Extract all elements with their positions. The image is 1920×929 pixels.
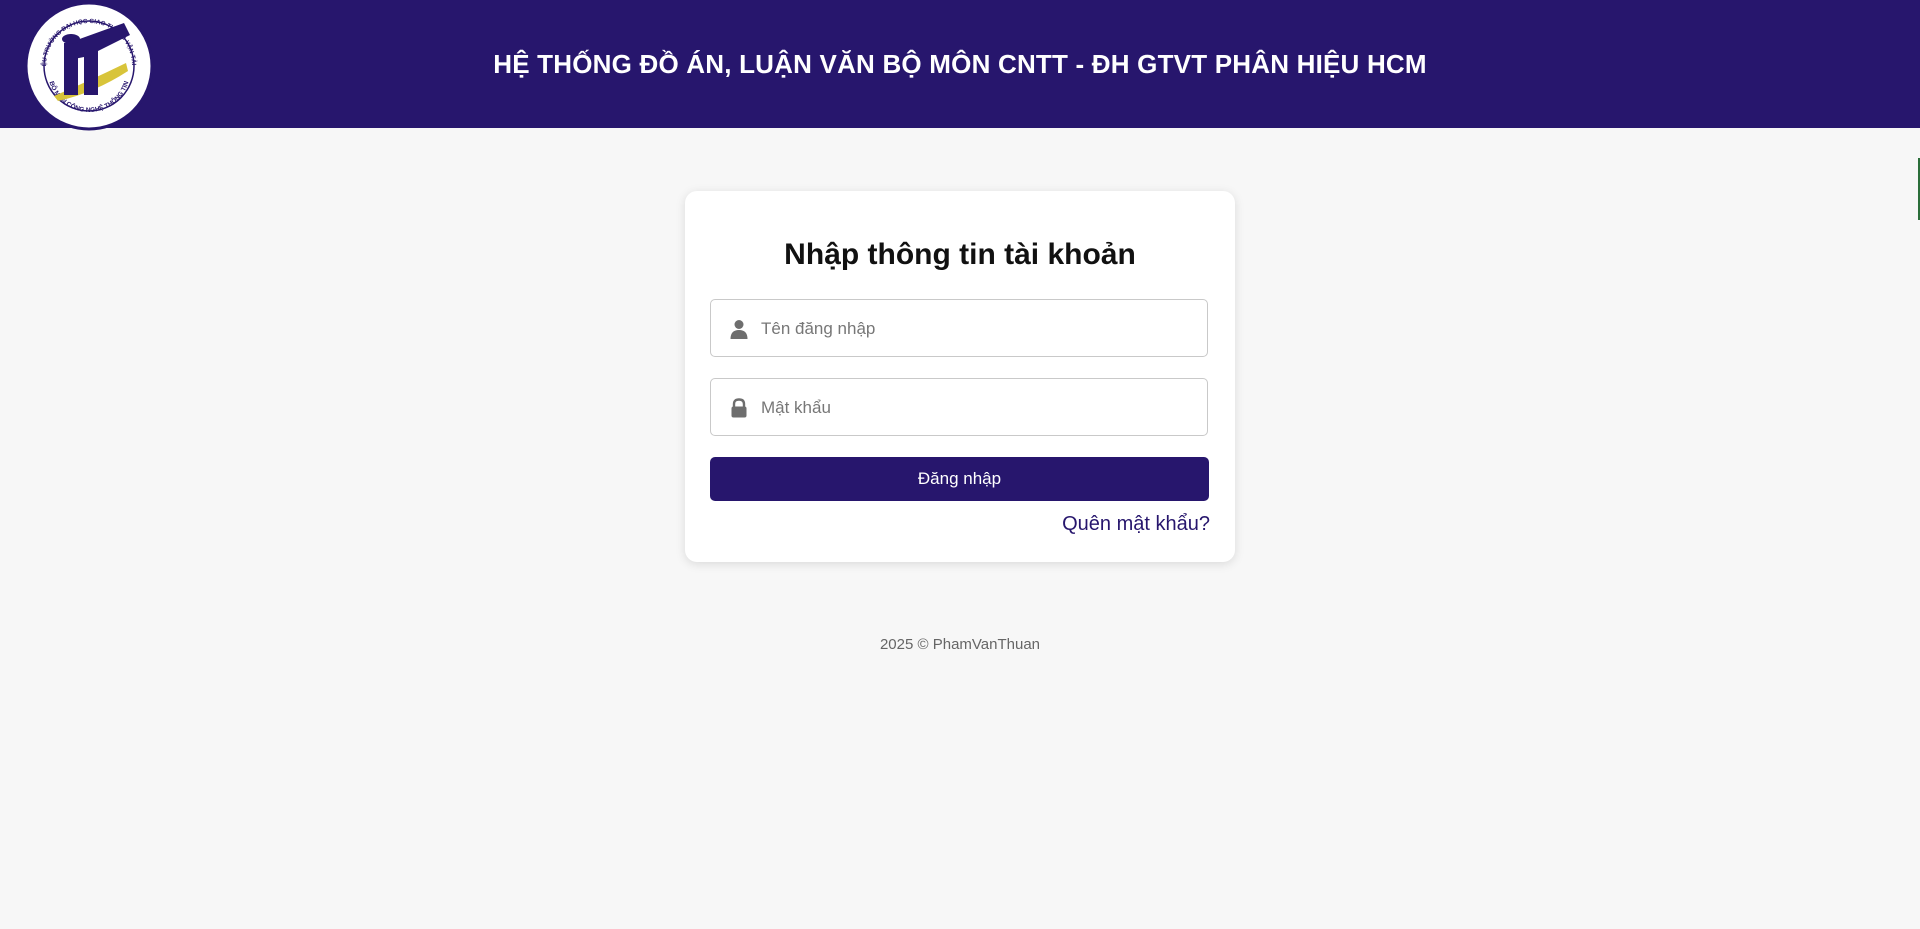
login-button[interactable]: Đăng nhập <box>710 457 1209 501</box>
lock-icon <box>731 398 747 418</box>
login-title: Nhập thông tin tài khoản <box>784 238 1136 271</box>
password-field[interactable] <box>710 378 1208 437</box>
username-field[interactable] <box>710 299 1208 358</box>
username-input[interactable] <box>759 300 1203 358</box>
site-header: PHÂN HIỆU TRƯỜNG ĐẠI HỌC GIAO THÔNG VẬN … <box>0 0 1920 131</box>
login-card: Nhập thông tin tài khoản Đăng nhập Quên … <box>685 191 1235 562</box>
footer-copyright: 2025 © PhamVanThuan <box>879 636 1041 653</box>
password-input[interactable] <box>759 379 1203 437</box>
user-icon <box>730 320 748 339</box>
site-title: HỆ THỐNG ĐỒ ÁN, LUẬN VĂN BỘ MÔN CNTT - Đ… <box>493 49 1427 79</box>
forgot-password-link[interactable]: Quên mật khẩu? <box>1062 513 1210 536</box>
